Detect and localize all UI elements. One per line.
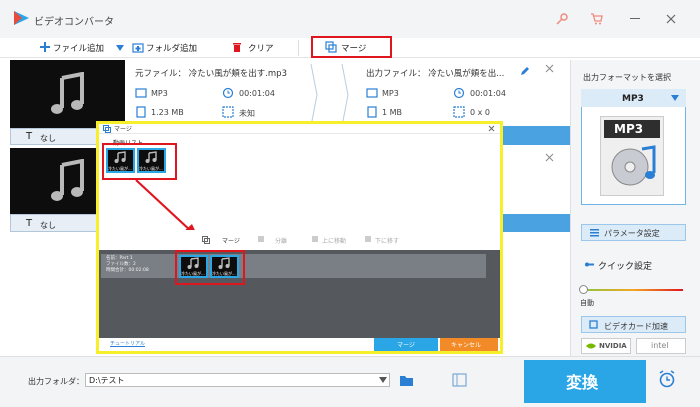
output-duration: 00:01:04 [470, 89, 506, 98]
folder-icon[interactable] [399, 374, 414, 387]
dialog-merge-button-label: マージ [397, 342, 415, 349]
chevron-down-icon[interactable] [671, 95, 679, 101]
schedule-icon[interactable] [452, 373, 467, 387]
plus-icon [40, 42, 50, 52]
toolbar-divider [298, 40, 299, 56]
tutorial-link[interactable]: チュートリアル [110, 340, 145, 347]
remove-file-icon[interactable] [545, 64, 554, 73]
merged-part-duration: 時間合計：00:02:08 [106, 268, 149, 273]
chevron-down-icon[interactable] [379, 377, 387, 383]
dialog-cancel-button-label: キャンセル [451, 342, 482, 349]
gpu-accel-label: ビデオカード加速 [604, 322, 668, 331]
gpu-chip-icon [589, 320, 598, 329]
merge-dialog-toolbar [99, 230, 500, 246]
chevron-down-icon[interactable] [116, 45, 124, 51]
music-note-icon [145, 151, 157, 163]
merge-icon [202, 236, 210, 244]
intel-label: intel [651, 341, 669, 350]
close-icon[interactable] [664, 12, 678, 26]
merged-part-row[interactable] [101, 254, 486, 278]
minimize-icon[interactable] [630, 18, 640, 19]
convert-button-label: 変換 [566, 373, 599, 392]
close-icon[interactable] [488, 125, 495, 132]
quality-slider-handle[interactable] [579, 285, 588, 294]
music-note-icon [114, 151, 126, 163]
add-file-button[interactable]: ファイル追加 [53, 42, 104, 54]
resolution-icon [222, 106, 234, 118]
file-size-icon [136, 106, 146, 118]
parameter-settings-label: パラメータ設定 [604, 229, 660, 238]
text-t-icon: T [26, 218, 33, 229]
selected-format: MP3 [622, 94, 644, 104]
video-list-thumb-caption: 冷たい風が... [139, 166, 163, 171]
output-format: MP3 [382, 89, 399, 98]
clock-icon [222, 87, 234, 99]
sliders-icon [590, 229, 599, 237]
merged-thumb-caption: 冷たい風が... [212, 271, 236, 276]
dialog-move-down-tool[interactable]: 下に移す [375, 236, 399, 245]
trash-icon [233, 43, 241, 52]
music-note-icon [187, 257, 199, 269]
dialog-merge-tool[interactable]: マージ [222, 236, 240, 245]
merge-icon [103, 125, 111, 133]
format-badge-text: MP3 [614, 122, 644, 136]
quick-settings-icon [585, 262, 594, 267]
output-resolution: 0 x 0 [470, 108, 490, 117]
source-duration: 00:01:04 [239, 89, 275, 98]
file-size-icon [367, 106, 377, 118]
add-folder-button[interactable]: フォルダ追加 [146, 42, 197, 54]
output-folder-label: 出力フォルダ： [28, 377, 84, 386]
output-size: 1 MB [382, 108, 403, 117]
move-up-icon [312, 236, 318, 242]
resolution-icon [453, 106, 465, 118]
merge-dialog-title: マージ [114, 126, 132, 133]
clear-button[interactable]: クリア [248, 42, 274, 54]
merge-button[interactable]: マージ [341, 42, 366, 54]
file-name-label: なし [40, 221, 56, 230]
merge-icon [325, 41, 337, 53]
video-list-thumb-caption: 冷たい風が... [108, 166, 132, 171]
source-size: 1.23 MB [151, 108, 184, 117]
arrow-right-icon [310, 64, 318, 126]
merged-part-info: 名前：Part 1 ファイル数：2 時間合計：00:02:08 [106, 256, 149, 274]
format-icon [366, 88, 378, 98]
music-disc-icon [611, 145, 656, 186]
music-note-icon [51, 72, 84, 114]
key-icon[interactable] [555, 12, 569, 26]
quality-slider[interactable] [583, 289, 683, 291]
output-file-name: 出力ファイル： 冷たい風が頬を出... [366, 69, 505, 79]
format-icon [135, 88, 147, 98]
source-resolution: 未知 [239, 109, 255, 118]
output-format-heading: 出力フォーマットを選択 [583, 73, 671, 82]
folder-plus-icon [132, 43, 144, 53]
app-logo-icon [14, 11, 29, 25]
clock-icon [453, 87, 465, 99]
quality-auto-label: 自動 [580, 299, 594, 307]
source-file-name: 元ファイル： 冷たい風が頬を出す.mp3 [135, 69, 287, 79]
window-title: ビデオコンバータ [34, 17, 114, 28]
nvidia-label: NVIDIA [599, 342, 627, 350]
remove-file-icon[interactable] [545, 153, 554, 162]
file-name-label: なし [40, 134, 56, 143]
dialog-move-up-tool[interactable]: 上に移動 [322, 236, 346, 245]
quick-settings-label: クイック設定 [598, 262, 653, 272]
dialog-split-tool[interactable]: 分離 [275, 236, 287, 245]
cart-icon[interactable] [590, 12, 604, 26]
nvidia-eye-icon [586, 343, 596, 349]
merged-thumb-caption: 冷たい風が... [181, 271, 205, 276]
music-note-icon [51, 159, 84, 201]
source-format: MP3 [151, 89, 168, 98]
alarm-clock-icon[interactable] [658, 370, 676, 388]
split-icon [258, 236, 264, 242]
move-down-icon [365, 236, 371, 242]
edit-pencil-icon[interactable] [520, 66, 530, 76]
output-folder-input[interactable] [85, 373, 390, 387]
arrow-right-icon [341, 64, 349, 126]
text-t-icon: T [26, 131, 33, 142]
music-note-icon [218, 257, 230, 269]
merge-dialog-titlebar [99, 124, 500, 134]
